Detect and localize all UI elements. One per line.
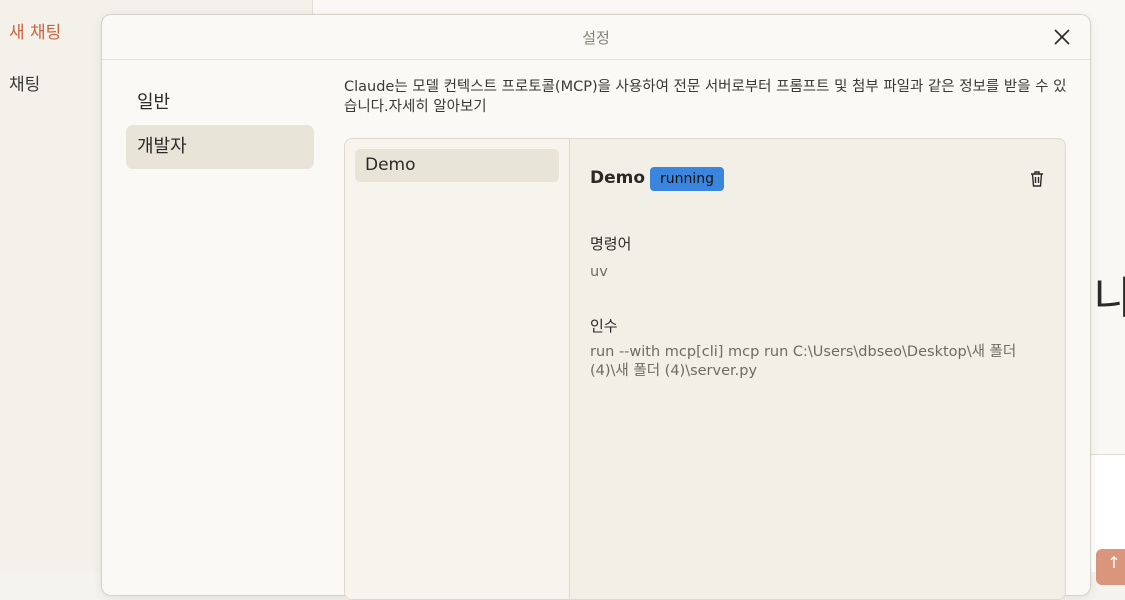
command-label: 명령어 (590, 235, 632, 253)
server-list: Demo (345, 139, 570, 599)
send-button[interactable]: ↑ (1096, 549, 1125, 585)
command-value: uv (590, 264, 608, 280)
nav-item-general[interactable]: 일반 (126, 81, 314, 125)
learn-more-link[interactable]: 자세히 알아보기 (389, 99, 487, 115)
delete-server-button[interactable] (1029, 170, 1045, 188)
server-detail: Demo running 명령어 uv 인수 run --with mcp[cl… (590, 139, 1065, 599)
settings-dialog: 설정 일반 개발자 Claude는 모델 컨텍스트 프로토콜(MCP)을 사용하… (101, 14, 1091, 600)
server-item-demo[interactable]: Demo (355, 149, 559, 182)
dialog-header: 설정 (102, 15, 1090, 60)
status-badge: running (650, 167, 725, 191)
nav-item-developer[interactable]: 개발자 (126, 125, 314, 169)
arrow-up-icon: ↑ (1107, 553, 1121, 572)
close-button[interactable] (1052, 27, 1072, 47)
mcp-servers-panel: Demo Demo running 명령어 uv 인수 run --with m… (344, 138, 1066, 600)
settings-nav: 일반 개발자 (126, 81, 314, 169)
chats-link[interactable]: 채팅 (9, 70, 40, 95)
background-text: 나 (1094, 273, 1125, 324)
mcp-description: Claude는 모델 컨텍스트 프로토콜(MCP)을 사용하여 전문 서버로부터… (344, 78, 1069, 117)
close-icon (1054, 29, 1070, 45)
args-value: run --with mcp[cli] mcp run C:\Users\dbs… (590, 344, 1017, 379)
server-name: Demo (590, 168, 646, 188)
dialog-title: 설정 (582, 29, 610, 47)
new-chat-link[interactable]: 새 채팅 (9, 18, 61, 43)
trash-icon (1031, 171, 1043, 187)
args-label: 인수 (590, 317, 618, 335)
